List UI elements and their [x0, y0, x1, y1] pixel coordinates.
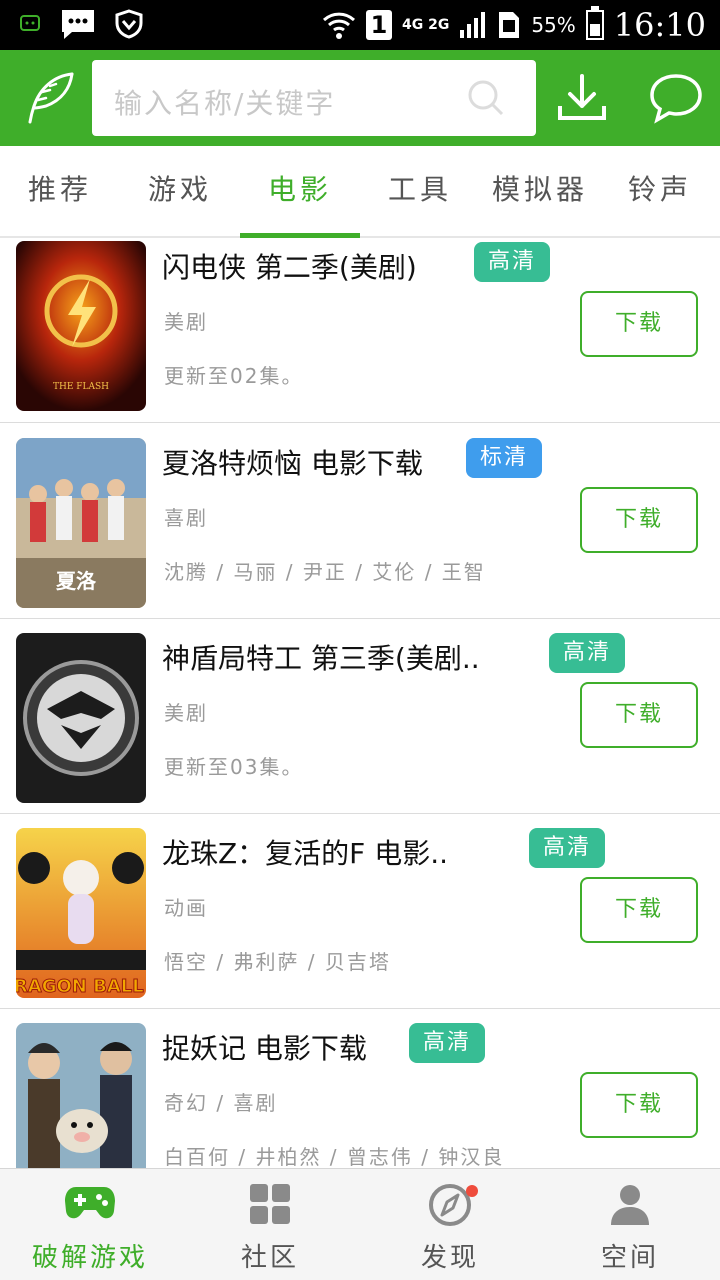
nav-discover[interactable]: 发现	[360, 1169, 540, 1280]
battery-icon	[585, 6, 604, 40]
download-icon[interactable]	[554, 70, 610, 126]
quality-badge: 高清	[474, 242, 551, 282]
network-type: 4G 2G	[401, 17, 450, 33]
movie-list: THE FLASH 闪电侠 第二季(美剧) 高清 美剧 更新至02集。 下载 夏…	[0, 238, 720, 1168]
quality-badge: 标清	[466, 438, 543, 478]
list-item[interactable]: DRAGON BALL Z 龙珠Z：复活的F 电影.. 高清 动画 悟空 / 弗…	[0, 814, 720, 1009]
sim-card-icon	[499, 12, 520, 38]
message-notification-icon	[62, 10, 94, 39]
quality-badge: 高清	[549, 633, 626, 673]
shield-logo-poster-image	[16, 633, 146, 803]
person-icon	[611, 1185, 649, 1225]
search-box[interactable]: 输入名称/关键字	[92, 60, 536, 136]
item-genre: 动画	[164, 896, 208, 920]
list-item[interactable]: THE FLASH 闪电侠 第二季(美剧) 高清 美剧 更新至02集。 下载	[0, 238, 720, 423]
search-placeholder: 输入名称/关键字	[114, 87, 336, 120]
download-button[interactable]: 下载	[580, 291, 698, 357]
item-genre: 喜剧	[164, 506, 208, 530]
list-item[interactable]: 捉妖记 电影下载 高清 奇幻 / 喜剧 白百何 / 井柏然 / 曾志伟 / 钟汉…	[0, 1009, 720, 1168]
battery-percent: 55%	[531, 13, 576, 37]
chat-bubble-icon[interactable]	[648, 70, 704, 126]
item-title: 神盾局特工 第三季(美剧..	[162, 642, 480, 675]
tab-ringtones[interactable]: 铃声	[600, 146, 720, 236]
signal-icon	[460, 12, 486, 38]
item-extra: 白百何 / 井柏然 / 曾志伟 / 钟汉良	[164, 1145, 505, 1168]
nav-community[interactable]: 社区	[180, 1169, 360, 1280]
category-tabs: 推荐 游戏 电影 工具 模拟器 铃声	[0, 146, 720, 238]
wechat-notification-icon	[20, 15, 40, 31]
nav-cracked-games[interactable]: 破解游戏	[0, 1169, 180, 1280]
item-extra: 沈腾 / 马丽 / 尹正 / 艾伦 / 王智	[164, 560, 486, 584]
grid-icon	[250, 1184, 290, 1224]
quality-badge: 高清	[529, 828, 606, 868]
list-item[interactable]: 神盾局特工 第三季(美剧.. 高清 美剧 更新至03集。 下载	[0, 619, 720, 814]
tab-recommend[interactable]: 推荐	[0, 146, 120, 236]
tab-movies[interactable]: 电影	[240, 146, 360, 238]
clock: 16:10	[613, 6, 706, 44]
item-title: 闪电侠 第二季(美剧)	[162, 251, 417, 284]
nav-label: 发现	[420, 1243, 479, 1273]
item-extra: 悟空 / 弗利萨 / 贝吉塔	[164, 950, 391, 974]
tab-games[interactable]: 游戏	[120, 146, 240, 236]
gamepad-icon	[65, 1187, 115, 1219]
item-title: 捉妖记 电影下载	[162, 1032, 367, 1065]
nav-label: 社区	[240, 1243, 299, 1273]
download-button[interactable]: 下载	[580, 682, 698, 748]
sim-slot-indicator: 1	[365, 10, 392, 40]
nav-label: 破解游戏	[31, 1243, 148, 1273]
item-genre: 奇幻 / 喜剧	[164, 1091, 278, 1115]
tab-emulators[interactable]: 模拟器	[480, 146, 600, 236]
download-button[interactable]: 下载	[580, 1072, 698, 1138]
svg-text:THE FLASH: THE FLASH	[53, 382, 109, 392]
feather-logo-icon[interactable]	[20, 68, 80, 128]
tab-tools[interactable]: 工具	[360, 146, 480, 236]
monster-hunt-poster-image	[16, 1023, 146, 1168]
item-genre: 美剧	[164, 701, 208, 725]
svg-text:夏洛: 夏洛	[56, 569, 97, 593]
item-title: 龙珠Z：复活的F 电影..	[162, 837, 448, 870]
nav-label: 空间	[600, 1243, 659, 1273]
search-icon[interactable]	[466, 78, 506, 118]
dragonball-poster-image: DRAGON BALL Z	[16, 828, 146, 998]
download-button[interactable]: 下载	[580, 877, 698, 943]
notification-dot	[466, 1185, 478, 1197]
wifi-icon	[322, 12, 356, 39]
status-bar: 1 4G 2G 55% 16:10	[0, 0, 720, 50]
charlotte-poster-image: 夏洛	[16, 438, 146, 608]
item-title: 夏洛特烦恼 电影下载	[162, 447, 423, 480]
svg-text:DRAGON BALL Z: DRAGON BALL Z	[16, 976, 146, 997]
item-genre: 美剧	[164, 310, 208, 334]
download-button[interactable]: 下载	[580, 487, 698, 553]
list-item[interactable]: 夏洛 夏洛特烦恼 电影下载 标清 喜剧 沈腾 / 马丽 / 尹正 / 艾伦 / …	[0, 424, 720, 619]
nav-space[interactable]: 空间	[540, 1169, 720, 1280]
item-extra: 更新至03集。	[164, 755, 304, 779]
flash-poster-image: THE FLASH	[16, 241, 146, 411]
bottom-navigation: 破解游戏 社区 发现 空间	[0, 1168, 720, 1280]
item-extra: 更新至02集。	[164, 364, 304, 388]
vpn-shield-icon	[115, 9, 143, 39]
quality-badge: 高清	[409, 1023, 486, 1063]
app-header: 输入名称/关键字	[0, 50, 720, 146]
